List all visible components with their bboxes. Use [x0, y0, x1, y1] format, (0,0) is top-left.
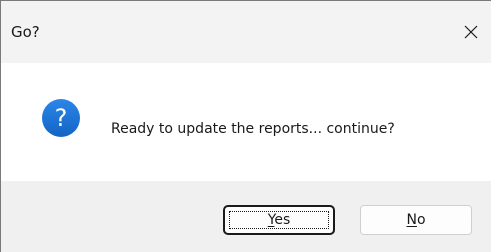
- button-bar: Yes No: [1, 181, 491, 252]
- yes-button[interactable]: Yes: [223, 205, 335, 235]
- no-button[interactable]: No: [360, 205, 472, 235]
- window-title: Go?: [11, 23, 40, 41]
- no-button-label: No: [406, 212, 426, 228]
- question-icon: ?: [42, 99, 80, 137]
- focus-ring: [229, 211, 329, 229]
- message-dialog: Go? ? Ready to update the reports... con…: [0, 0, 491, 252]
- dialog-message: Ready to update the reports... continue?: [111, 121, 395, 137]
- dialog-content: ? Ready to update the reports... continu…: [1, 63, 491, 181]
- close-button[interactable]: [451, 9, 491, 55]
- close-icon: [464, 25, 478, 39]
- svg-text:?: ?: [55, 104, 68, 132]
- title-bar[interactable]: Go?: [1, 1, 491, 63]
